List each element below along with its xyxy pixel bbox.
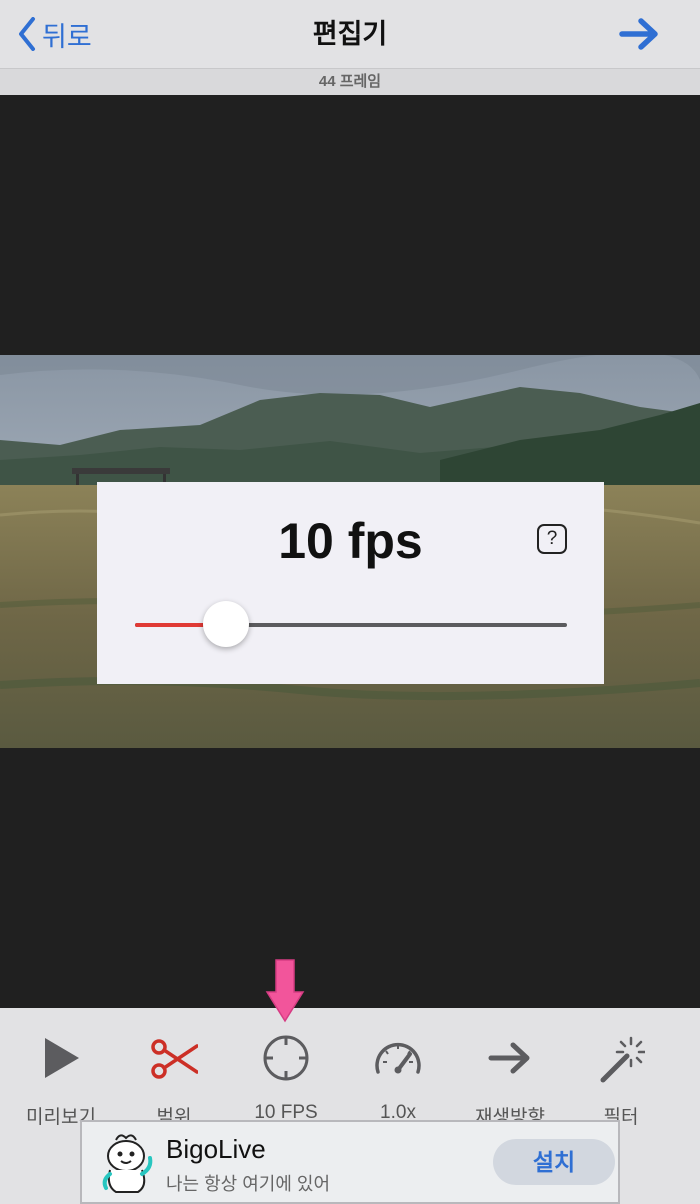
- ad-banner[interactable]: BigoLive 나는 항상 여기에 있어 설치: [80, 1120, 620, 1204]
- bigolive-logo: [102, 1134, 153, 1193]
- scissors-icon: [151, 1039, 198, 1079]
- fps-slider-track[interactable]: [135, 623, 567, 627]
- fps-panel: 10 fps ?: [97, 482, 604, 684]
- frame-count: 44 프레임: [0, 68, 700, 95]
- help-button[interactable]: ?: [537, 524, 567, 554]
- fps-slider-thumb[interactable]: [202, 601, 249, 647]
- forward-arrow-icon[interactable]: [618, 14, 662, 54]
- ad-subtitle: 나는 항상 여기에 있어: [166, 1174, 331, 1194]
- fps-value-label: 10 fps: [278, 513, 423, 569]
- install-button[interactable]: 설치: [493, 1139, 615, 1185]
- crosshair-icon: [263, 1035, 309, 1081]
- preview-button[interactable]: 미리보기: [6, 1020, 116, 1128]
- direction-button[interactable]: 재생방향: [455, 1020, 565, 1128]
- magic-wand-icon: [600, 1036, 645, 1083]
- arrow-right-icon: [488, 1042, 530, 1074]
- range-button[interactable]: 범위: [119, 1020, 229, 1128]
- speedometer-icon: [375, 1042, 421, 1074]
- play-icon: [45, 1038, 79, 1078]
- page-title: 편집기: [312, 19, 388, 49]
- navigation-bar: 뒤로 편집기: [0, 0, 700, 68]
- pointer-arrow-icon: [265, 959, 305, 1023]
- filter-button[interactable]: 필터: [566, 1020, 676, 1128]
- fps-button[interactable]: 10 FPS: [231, 1020, 341, 1128]
- ad-title: BigoLive: [166, 1134, 266, 1164]
- speed-button[interactable]: 1.0x: [343, 1020, 453, 1128]
